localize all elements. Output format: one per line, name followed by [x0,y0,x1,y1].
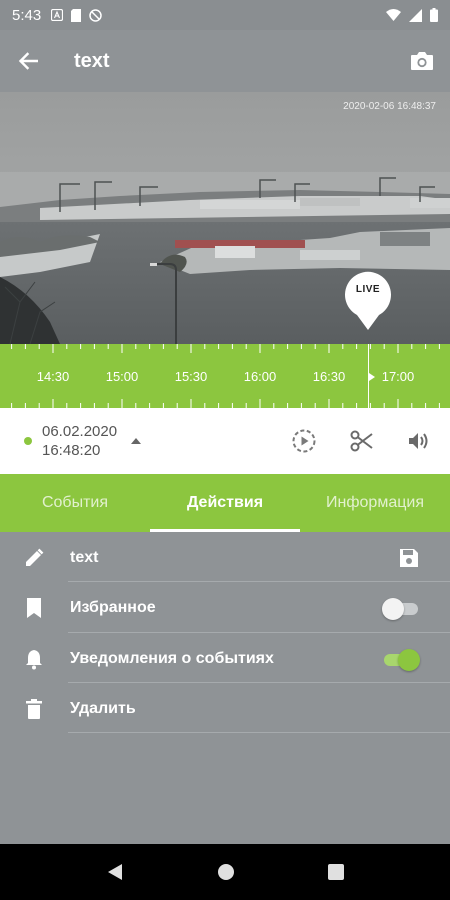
notifications-label: Уведомления о событиях [70,649,274,667]
delete-label: Удалить [70,699,136,717]
arrow-left-icon [18,52,38,70]
video-timestamp: 2020-02-06 16:48:37 [343,101,436,112]
save-button[interactable] [398,532,420,583]
play-button[interactable] [290,427,318,455]
live-label: LIVE [355,284,381,295]
camera-name-label: text [70,548,99,566]
list-item-delete[interactable]: Удалить [0,683,450,734]
no-data-icon [89,8,102,22]
wifi-icon [386,9,401,21]
tab-info[interactable]: Информация [300,474,450,532]
tab-bar: События Действия Информация [0,474,450,532]
list-item-notifications[interactable]: Уведомления о событиях [0,633,450,684]
list-item-favorite[interactable]: Избранное [0,582,450,633]
save-icon [400,548,418,567]
battery-icon [430,8,438,22]
timeline[interactable]: 14:30 15:00 15:30 16:00 16:30 17:00 [0,344,450,408]
bell-icon [26,649,42,669]
playhead-arrow-icon [369,373,375,381]
scissors-icon [350,430,373,452]
actions-list: text Избранное Уведомления о событиях Уд… [0,532,450,844]
map-pin-icon [345,271,391,330]
cut-button[interactable] [348,427,376,455]
tab-actions[interactable]: Действия [150,474,300,532]
nav-back-icon[interactable] [106,863,124,881]
pencil-icon [26,548,44,566]
timeline-label: 15:00 [105,369,139,384]
volume-icon [409,433,428,449]
notification-a-icon [51,9,64,21]
live-button[interactable]: LIVE [343,270,393,332]
current-date: 06.02.2020 [42,423,118,440]
timeline-label: 15:30 [174,369,208,384]
timeline-label: 16:00 [243,369,277,384]
favorite-toggle[interactable] [382,597,420,620]
status-bar: 5:43 [0,0,450,30]
sim-icon [71,8,82,22]
sound-button[interactable] [405,427,433,455]
timeline-label: 14:30 [36,369,70,384]
bookmark-icon [27,597,41,618]
app-bar: text [0,30,450,92]
nav-home-icon[interactable] [217,863,235,881]
recording-dot [24,437,32,445]
favorite-label: Избранное [70,598,156,616]
signal-icon [409,8,422,22]
page-title: text [74,49,110,72]
back-button[interactable] [0,30,56,92]
divider [68,732,450,733]
date-picker[interactable]: 06.02.2020 16:48:20 [42,422,117,460]
timeline-label: 17:00 [381,369,415,384]
notifications-toggle[interactable] [382,648,420,671]
snapshot-button[interactable] [394,30,450,92]
tab-events[interactable]: События [0,474,150,532]
current-time: 16:48:20 [42,442,101,459]
status-time: 5:43 [12,6,42,24]
chevron-up-icon[interactable] [131,438,142,444]
nav-recents-icon[interactable] [327,864,344,880]
play-circle-icon [292,429,316,453]
system-nav-bar [0,844,450,900]
timeline-label: 16:30 [312,369,346,384]
trash-icon [26,698,42,719]
list-item-rename[interactable]: text [0,532,450,583]
camera-icon [411,52,433,70]
playback-bar: 06.02.2020 16:48:20 [0,408,450,474]
